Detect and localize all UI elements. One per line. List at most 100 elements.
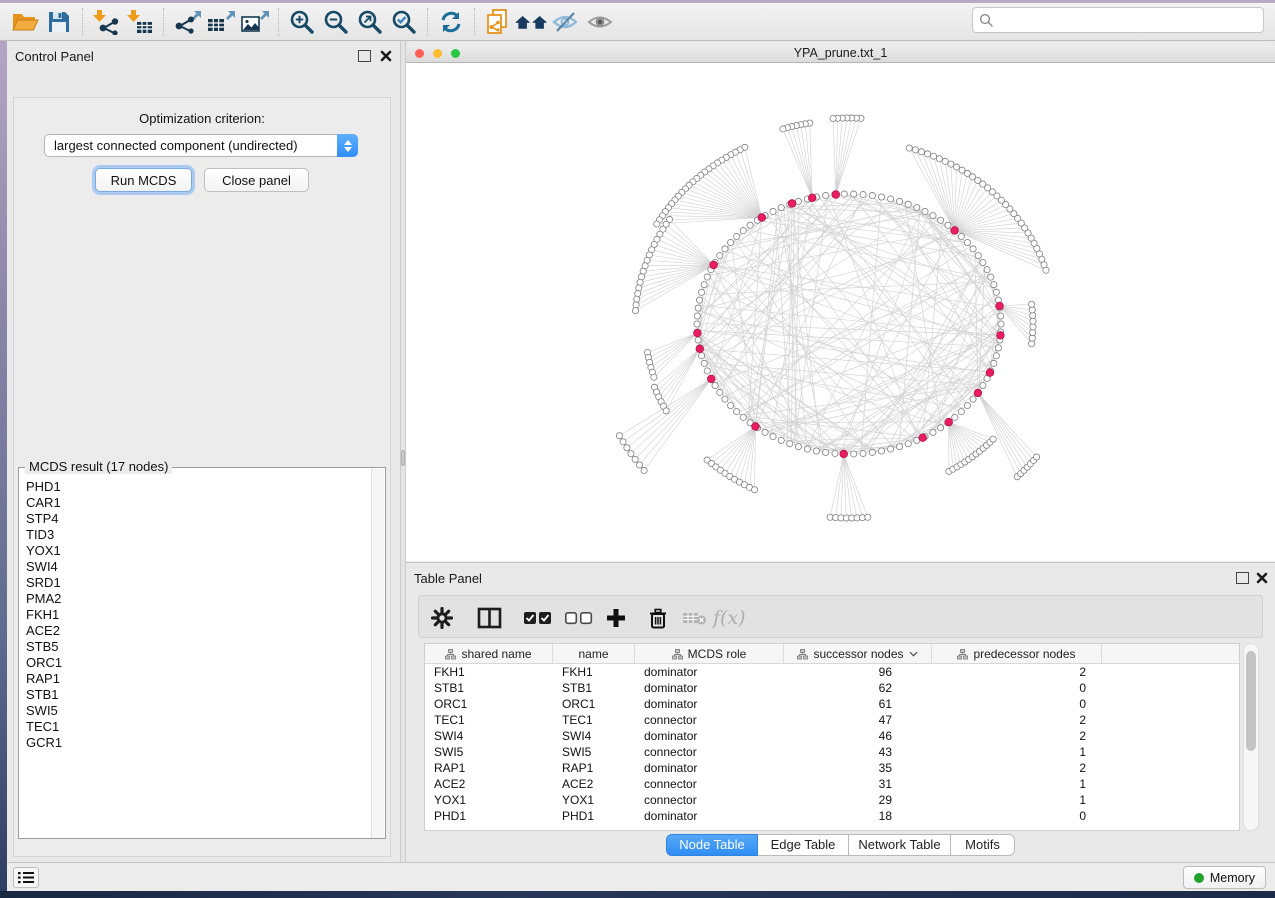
table-cell[interactable]: FKH1 [425, 664, 553, 680]
column-header-shared-name[interactable]: shared name [425, 644, 553, 664]
table-cell[interactable]: 47 [784, 712, 932, 728]
table-settings-button[interactable] [431, 605, 453, 631]
mcds-result-item[interactable]: TEC1 [26, 719, 372, 735]
mcds-result-item[interactable]: STP4 [26, 511, 372, 527]
mcds-result-item[interactable]: YOX1 [26, 543, 372, 559]
export-image-button[interactable] [238, 7, 272, 37]
export-table-button[interactable] [204, 7, 238, 37]
delete-columns-button[interactable] [647, 605, 669, 631]
table-cell[interactable]: 31 [784, 776, 932, 792]
mcds-result-item[interactable]: PHD1 [26, 479, 372, 495]
table-row-RAP1[interactable]: RAP1RAP1dominator352 [425, 760, 1239, 776]
splitter-grip[interactable] [401, 450, 405, 466]
mcds-result-item[interactable]: ACE2 [26, 623, 372, 639]
network-canvas[interactable] [406, 63, 1275, 561]
tab-edge-table[interactable]: Edge Table [758, 834, 849, 856]
column-header-name[interactable]: name [553, 644, 635, 664]
table-cell[interactable]: 0 [932, 696, 1102, 712]
zoom-fit-button[interactable] [353, 7, 387, 37]
float-table-panel-icon[interactable] [1236, 572, 1249, 584]
table-cell[interactable]: dominator [635, 728, 784, 744]
table-cell[interactable]: connector [635, 776, 784, 792]
mcds-result-item[interactable]: FKH1 [26, 607, 372, 623]
table-row-STB1[interactable]: STB1STB1dominator620 [425, 680, 1239, 696]
memory-button[interactable]: Memory [1183, 866, 1266, 889]
first-neighbors-button[interactable] [515, 7, 549, 37]
table-cell[interactable]: FKH1 [553, 664, 635, 680]
table-scrollbar-thumb[interactable] [1246, 651, 1256, 751]
create-column-button[interactable] [605, 605, 627, 631]
mcds-result-item[interactable]: STB1 [26, 687, 372, 703]
table-cell[interactable]: PHD1 [425, 808, 553, 824]
zoom-selected-button[interactable] [387, 7, 421, 37]
table-cell[interactable]: 62 [784, 680, 932, 696]
table-cell[interactable]: 18 [784, 808, 932, 824]
table-row-TEC1[interactable]: TEC1TEC1connector472 [425, 712, 1239, 728]
table-cell[interactable]: SWI4 [553, 728, 635, 744]
column-header-successor-nodes[interactable]: successor nodes [784, 644, 932, 664]
table-cell[interactable]: dominator [635, 808, 784, 824]
float-panel-icon[interactable] [358, 50, 371, 62]
table-cell[interactable]: dominator [635, 664, 784, 680]
table-cell[interactable]: dominator [635, 760, 784, 776]
deselect-all-rows-button[interactable] [564, 605, 593, 631]
zoom-in-button[interactable] [285, 7, 319, 37]
table-row-ORC1[interactable]: ORC1ORC1dominator610 [425, 696, 1239, 712]
close-panel-icon[interactable] [379, 49, 393, 63]
table-cell[interactable]: 96 [784, 664, 932, 680]
table-row-FKH1[interactable]: FKH1FKH1dominator962 [425, 664, 1239, 680]
table-cell[interactable]: 0 [932, 680, 1102, 696]
table-cell[interactable]: YOX1 [553, 792, 635, 808]
export-network-button[interactable] [170, 7, 204, 37]
mcds-result-item[interactable]: PMA2 [26, 591, 372, 607]
run-mcds-button[interactable]: Run MCDS [95, 168, 192, 192]
mcds-result-item[interactable]: ORC1 [26, 655, 372, 671]
table-cell[interactable]: SWI5 [553, 744, 635, 760]
table-row-SWI5[interactable]: SWI5SWI5connector431 [425, 744, 1239, 760]
column-header-predecessor-nodes[interactable]: predecessor nodes [932, 644, 1102, 664]
table-cell[interactable]: 2 [932, 712, 1102, 728]
table-cell[interactable]: PHD1 [553, 808, 635, 824]
mcds-result-item[interactable]: CAR1 [26, 495, 372, 511]
table-cell[interactable]: RAP1 [553, 760, 635, 776]
mcds-result-item[interactable]: STB5 [26, 639, 372, 655]
zoom-out-button[interactable] [319, 7, 353, 37]
optimization-criterion-select[interactable]: largest connected component (undirected) [44, 134, 358, 157]
table-cell[interactable]: ORC1 [553, 696, 635, 712]
show-columns-button[interactable] [477, 605, 502, 631]
close-panel-button[interactable]: Close panel [204, 168, 309, 192]
mcds-list-scrollbar[interactable] [371, 469, 384, 838]
table-cell[interactable]: 1 [932, 792, 1102, 808]
table-cell[interactable]: SWI5 [425, 744, 553, 760]
save-session-button[interactable] [42, 7, 76, 37]
mcds-result-item[interactable]: GCR1 [26, 735, 372, 751]
table-cell[interactable]: 29 [784, 792, 932, 808]
table-cell[interactable]: 2 [932, 664, 1102, 680]
task-history-button[interactable] [13, 867, 39, 888]
table-cell[interactable]: 43 [784, 744, 932, 760]
table-cell[interactable]: dominator [635, 680, 784, 696]
table-cell[interactable]: dominator [635, 696, 784, 712]
open-file-button[interactable] [8, 7, 42, 37]
tab-node-table[interactable]: Node Table [666, 834, 758, 856]
table-cell[interactable]: YOX1 [425, 792, 553, 808]
apply-layout-button[interactable] [434, 7, 468, 37]
table-cell[interactable]: RAP1 [425, 760, 553, 776]
table-row-PHD1[interactable]: PHD1PHD1dominator180 [425, 808, 1239, 824]
table-cell[interactable]: ORC1 [425, 696, 553, 712]
table-cell[interactable]: 35 [784, 760, 932, 776]
table-cell[interactable]: TEC1 [425, 712, 553, 728]
table-row-YOX1[interactable]: YOX1YOX1connector291 [425, 792, 1239, 808]
mcds-result-item[interactable]: SWI4 [26, 559, 372, 575]
table-cell[interactable]: connector [635, 712, 784, 728]
tab-network-table[interactable]: Network Table [849, 834, 951, 856]
table-cell[interactable]: 1 [932, 776, 1102, 792]
show-all-button[interactable] [583, 7, 617, 37]
table-cell[interactable]: connector [635, 744, 784, 760]
select-all-rows-button[interactable] [523, 605, 552, 631]
table-cell[interactable]: STB1 [425, 680, 553, 696]
table-row-ACE2[interactable]: ACE2ACE2connector311 [425, 776, 1239, 792]
table-cell[interactable]: STB1 [553, 680, 635, 696]
table-cell[interactable]: connector [635, 792, 784, 808]
import-network-button[interactable] [89, 7, 123, 37]
